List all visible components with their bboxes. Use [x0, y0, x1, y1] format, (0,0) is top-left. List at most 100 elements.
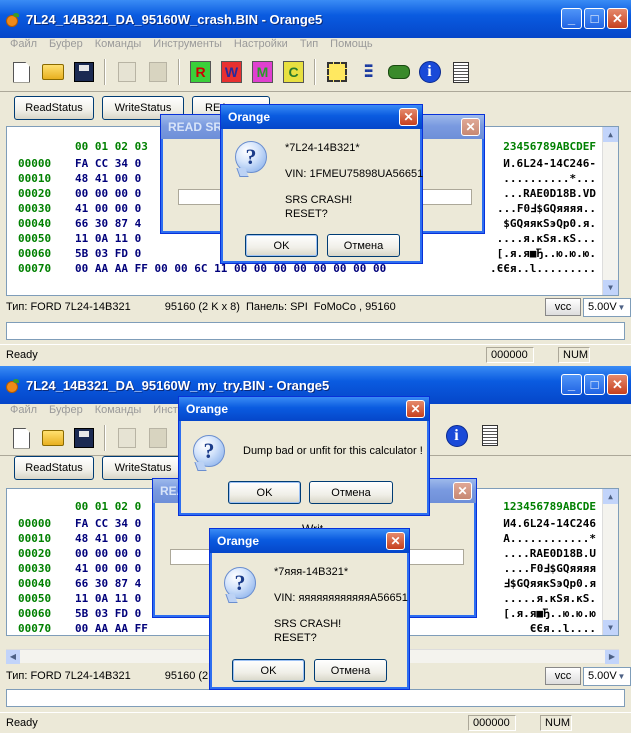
- vertical-scrollbar[interactable]: [602, 489, 618, 635]
- row-bytes: 11 0A 11 0: [75, 232, 142, 245]
- info-icon: i: [418, 61, 441, 83]
- row-address: 00020: [18, 187, 52, 200]
- row-address: 00000: [18, 517, 52, 530]
- menu-help[interactable]: Помощь: [330, 38, 373, 52]
- orange-message-dialog: Orange ✕ ? *7L24-14B321* VIN: 1FMEU75898…: [220, 104, 423, 264]
- sliders-icon: ⫶⫶⫶: [363, 61, 373, 82]
- modify-button[interactable]: M: [249, 59, 276, 86]
- info-button[interactable]: i: [443, 422, 470, 449]
- read-button[interactable]: R: [187, 59, 214, 86]
- dialog-close-button[interactable]: ✕: [406, 400, 425, 418]
- menu-type[interactable]: Тип: [300, 38, 318, 52]
- open-file-button[interactable]: [39, 425, 66, 452]
- dialog-body: ? *7яяя-14B321* VIN: яяяяяяяяяяяяA56651 …: [213, 553, 408, 686]
- copy-button[interactable]: [113, 59, 140, 86]
- question-icon: ?: [193, 435, 225, 467]
- calculator-button[interactable]: [447, 59, 474, 86]
- paste-button[interactable]: [144, 59, 171, 86]
- status-bar: Ready 000000 NUM: [0, 344, 631, 364]
- dialog-close-button[interactable]: ✕: [399, 108, 418, 126]
- divider: [0, 91, 631, 92]
- row-address: 00010: [18, 172, 52, 185]
- chip-button[interactable]: [323, 59, 350, 86]
- log-field[interactable]: [6, 689, 625, 707]
- log-field[interactable]: [6, 322, 625, 340]
- new-file-button[interactable]: [8, 59, 35, 86]
- new-file-button[interactable]: [8, 425, 35, 452]
- close-button[interactable]: ✕: [607, 374, 628, 395]
- folder-open-icon: [41, 430, 64, 446]
- minimize-button[interactable]: _: [561, 8, 582, 29]
- read-status-button[interactable]: ReadStatus: [14, 456, 94, 480]
- cancel-button[interactable]: Отмена: [327, 234, 400, 257]
- menu-buffer[interactable]: Буфер: [49, 404, 83, 418]
- voltage-select[interactable]: 5.00V: [583, 297, 631, 317]
- toolbar-separator: [104, 425, 106, 451]
- status-text: Ready: [6, 348, 38, 361]
- calculator-icon: [452, 61, 469, 83]
- row-bytes: 66 30 87 4: [75, 217, 142, 230]
- cancel-button[interactable]: Отмена: [314, 659, 387, 682]
- chip-icon: [326, 62, 347, 82]
- chip-size-label: 95160 (2 K x 8): [164, 301, 240, 313]
- open-file-button[interactable]: [39, 59, 66, 86]
- read-status-button[interactable]: ReadStatus: [14, 96, 94, 120]
- toolbar: [8, 422, 171, 454]
- dialog-title: Orange: [221, 105, 422, 129]
- maximize-button[interactable]: □: [584, 374, 605, 395]
- title-bar[interactable]: 7L24_14B321_DA_95160W_crash.BIN - Orange…: [0, 0, 631, 38]
- row-address: 00000: [18, 157, 52, 170]
- hex-column-header: 00 01 02 03: [75, 140, 148, 153]
- save-file-button[interactable]: [70, 59, 97, 86]
- ok-button[interactable]: OK: [228, 481, 301, 504]
- minimize-button[interactable]: _: [561, 374, 582, 395]
- vcc-button[interactable]: vcc: [545, 298, 581, 316]
- vcc-button[interactable]: vcc: [545, 667, 581, 685]
- copy-button[interactable]: [113, 425, 140, 452]
- hex-row[interactable]: 00070 00 AA AA FF 00 00 6C 11 00 00 00 00…: [7, 262, 618, 277]
- save-file-button[interactable]: [70, 425, 97, 452]
- info-button[interactable]: i: [416, 59, 443, 86]
- question-icon: ?: [224, 567, 256, 599]
- vertical-scrollbar[interactable]: [602, 127, 618, 295]
- compare-button[interactable]: C: [280, 59, 307, 86]
- write-status-button[interactable]: WriteStatus: [102, 456, 184, 480]
- orange-app-icon: [6, 13, 20, 27]
- msg-line-2: VIN: яяяяяяяяяяяяA56651: [274, 592, 408, 604]
- menu-file[interactable]: Файл: [10, 404, 37, 418]
- menu-buffer[interactable]: Буфер: [49, 38, 83, 52]
- menu-tools[interactable]: Инструменты: [153, 38, 222, 52]
- ok-button[interactable]: OK: [245, 234, 318, 257]
- row-bytes: 00 AA AA FF: [75, 622, 148, 635]
- panel-label: Панель: SPI: [245, 301, 308, 313]
- dialog-close-button[interactable]: ✕: [461, 118, 480, 136]
- ok-button[interactable]: OK: [232, 659, 305, 682]
- row-address: 00040: [18, 217, 52, 230]
- new-file-icon: [13, 61, 30, 83]
- row-bytes: 48 41 00 0: [75, 532, 142, 545]
- copy-icon: [117, 428, 136, 448]
- calculator-button[interactable]: [476, 422, 503, 449]
- voltage-select[interactable]: 5.00V: [583, 666, 631, 686]
- row-address: 00050: [18, 232, 52, 245]
- cancel-button[interactable]: Отмена: [309, 481, 393, 504]
- menu-commands[interactable]: Команды: [95, 38, 142, 52]
- row-address: 00010: [18, 532, 52, 545]
- row-bytes: FA CC 34 0: [75, 157, 142, 170]
- msg-line-3: SRS CRASH!: [285, 194, 353, 206]
- close-button[interactable]: ✕: [607, 8, 628, 29]
- row-address: 00030: [18, 202, 52, 215]
- menu-file[interactable]: Файл: [10, 38, 37, 52]
- menu-commands[interactable]: Команды: [95, 404, 142, 418]
- dialog-close-button[interactable]: ✕: [453, 482, 472, 500]
- adapter-icon: [387, 65, 410, 79]
- menu-settings[interactable]: Настройки: [234, 38, 288, 52]
- main-window-bottom: 7L24_14B321_DA_95160W_my_try.BIN - Orang…: [0, 366, 631, 733]
- row-bytes: 66 30 87 4: [75, 577, 142, 590]
- maximize-button[interactable]: □: [584, 8, 605, 29]
- write-button[interactable]: W: [218, 59, 245, 86]
- paste-button[interactable]: [144, 425, 171, 452]
- settings-sliders-button[interactable]: ⫶⫶⫶: [354, 59, 381, 86]
- adapter-button[interactable]: [385, 59, 412, 86]
- dialog-close-button[interactable]: ✕: [386, 532, 405, 550]
